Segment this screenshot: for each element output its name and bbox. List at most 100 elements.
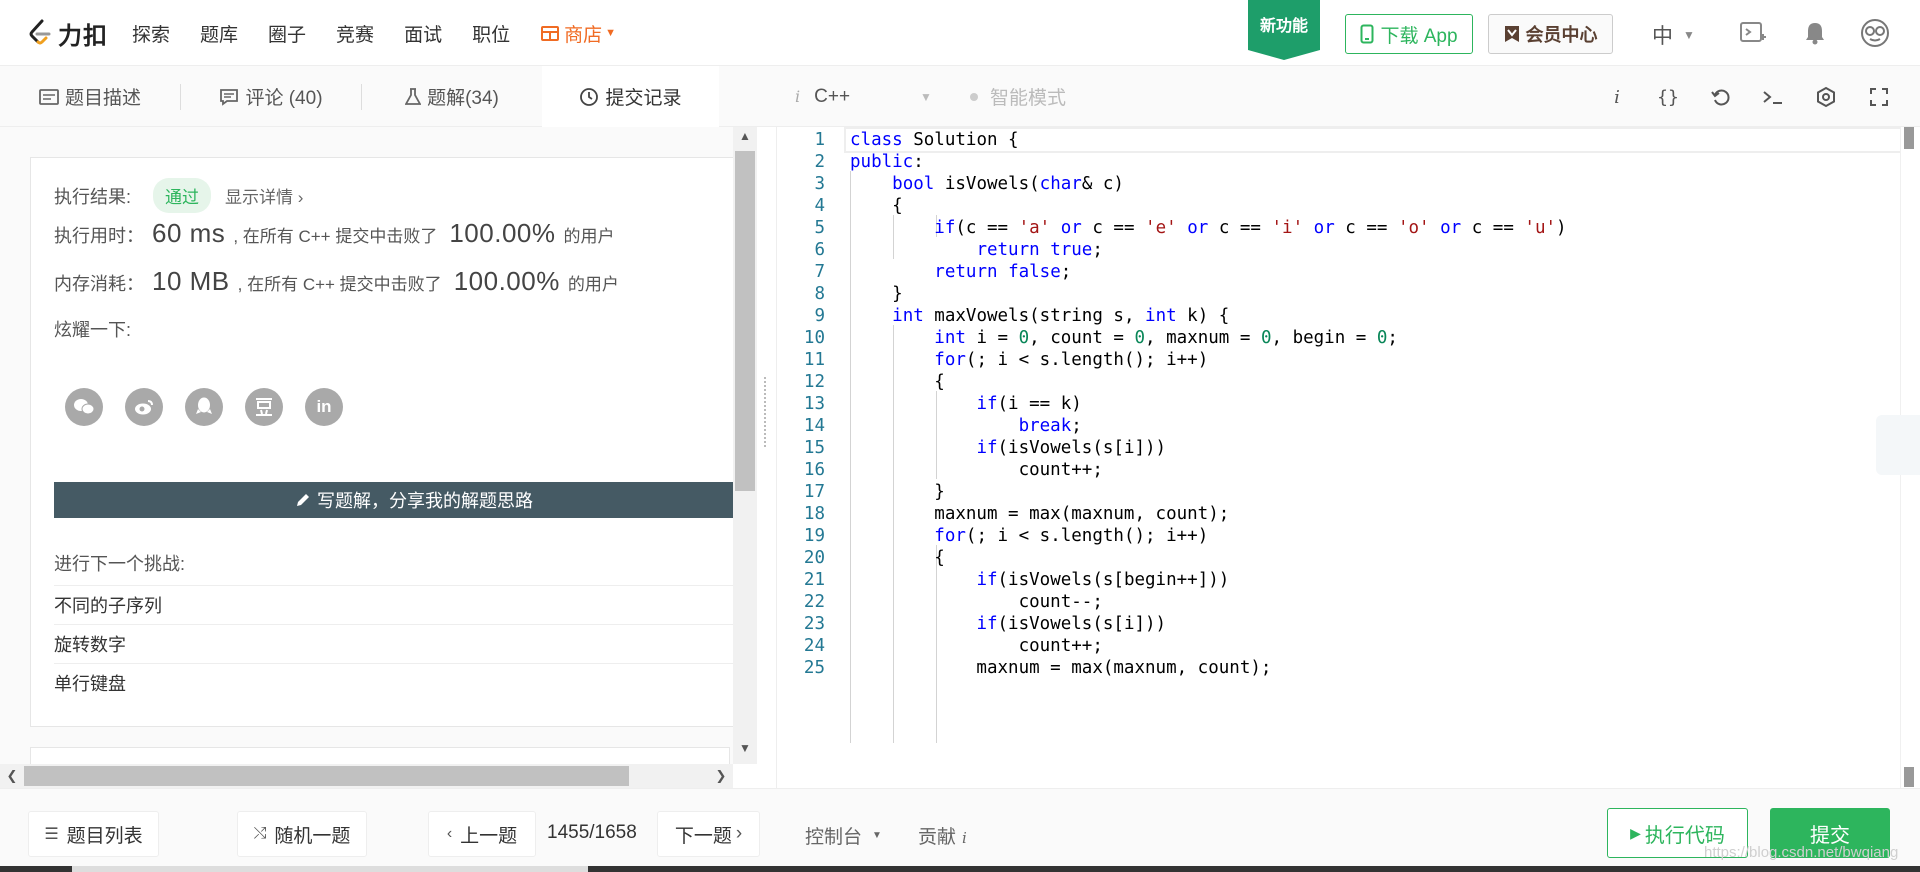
code-editor[interactable]: 1 2 3 4 5 6 7 8 9 10 11 12 13 14 15 16 1… — [776, 127, 1920, 788]
shuffle-icon: ⤭ — [253, 825, 267, 842]
code-line: if(i == k) — [976, 394, 1082, 414]
weibo-icon[interactable] — [125, 388, 163, 426]
console-toggle[interactable]: 控制台 ▼ — [805, 822, 882, 849]
line-number: 3 — [814, 174, 825, 194]
runtime-suffix: 的用户 — [563, 227, 615, 246]
result-card: 执行结果: 通过 显示详情 › 执行用时： 60 ms , 在所有 C++ 提交… — [30, 157, 757, 727]
fullscreen-icon[interactable] — [1865, 83, 1893, 111]
tab-comments[interactable]: 评论 (40) — [181, 66, 361, 127]
scroll-right-arrow-icon[interactable]: ❯ — [709, 764, 733, 788]
nav-contest[interactable]: 竞赛 — [336, 20, 374, 47]
nav-problems[interactable]: 题库 — [200, 20, 238, 47]
linkedin-icon[interactable]: in — [305, 388, 343, 426]
runtime-label: 执行用时： — [54, 226, 144, 246]
download-app-button[interactable]: 下载 App — [1345, 14, 1473, 54]
random-problem-button[interactable]: ⤭ 随机一题 — [237, 811, 367, 857]
memory-suffix: 的用户 — [567, 275, 619, 294]
runtime-percent: 100.00% — [449, 218, 556, 248]
submission-table-header — [30, 747, 730, 764]
code-format-icon[interactable]: {} — [1654, 83, 1682, 111]
nav-shop[interactable]: 商店 ▼ — [540, 20, 616, 47]
douban-icon[interactable] — [245, 388, 283, 426]
scroll-up-arrow-icon[interactable]: ▲ — [733, 129, 757, 149]
code-line: { — [850, 196, 903, 216]
tab-solutions[interactable]: 题解(34) — [362, 66, 542, 127]
list-item[interactable]: 旋转数字 简 — [54, 624, 757, 663]
tab-submissions[interactable]: 提交记录 — [542, 66, 719, 127]
show-details-link[interactable]: 显示详情 › — [225, 183, 303, 208]
nav-circle[interactable]: 圈子 — [268, 20, 306, 47]
nav-shop-label: 商店 — [564, 24, 603, 46]
line-number: 19 — [803, 526, 825, 546]
line-number: 2 — [814, 152, 825, 172]
leetcode-logo[interactable]: 力扣 — [28, 18, 108, 50]
list-item[interactable]: 单行键盘 简 — [54, 663, 757, 702]
floating-notes-tab[interactable] — [1876, 415, 1920, 475]
tab-description[interactable]: 题目描述 — [0, 66, 180, 127]
nav-jobs[interactable]: 职位 — [472, 20, 510, 47]
scroll-left-arrow-icon[interactable]: ❮ — [0, 764, 24, 788]
chevron-down-icon: ▼ — [1683, 28, 1695, 42]
code-line: if(isVowels(s[begin++])) — [976, 570, 1230, 590]
notification-bell-icon[interactable] — [1800, 18, 1830, 48]
write-solution-button[interactable]: 写题解，分享我的解题思路 — [54, 482, 757, 518]
reset-icon[interactable] — [1707, 83, 1735, 111]
language-select[interactable]: i C++ ▼ — [795, 66, 932, 127]
line-number: 16 — [803, 460, 825, 480]
tab-description-label: 题目描述 — [64, 88, 141, 109]
bottom-toolbar: ☰ 题目列表 ⤭ 随机一题 ‹ 上一题 1455/1658 下一题 › 控制台 … — [0, 788, 1920, 872]
scrollbar-thumb[interactable] — [735, 151, 755, 491]
code-line: maxnum = max(maxnum, count); — [850, 658, 1272, 678]
code-line: if(isVowels(s[i])) — [976, 438, 1167, 458]
list-item[interactable]: 不同的子序列 困 — [54, 585, 757, 624]
info-icon[interactable]: i — [1603, 83, 1631, 111]
scrollbar-thumb[interactable] — [24, 766, 629, 786]
left-vertical-scrollbar[interactable]: ▲ ▼ — [733, 127, 757, 764]
vip-center-button[interactable]: 会员中心 — [1488, 14, 1613, 54]
random-problem-label: 随机一题 — [274, 825, 351, 847]
smart-mode-label: 智能模式 — [990, 88, 1067, 109]
line-number: 1 — [814, 130, 825, 150]
line-number: 13 — [803, 394, 825, 414]
memory-row: 内存消耗： 10 MB , 在所有 C++ 提交中击败了 100.00% 的用户 — [54, 266, 619, 297]
prev-problem-button[interactable]: ‹ 上一题 — [428, 811, 536, 857]
panel-splitter[interactable] — [757, 127, 776, 788]
code-line: return true; — [976, 240, 1103, 260]
code-line: count--; — [850, 592, 1103, 612]
wechat-icon[interactable] — [65, 388, 103, 426]
new-feature-badge[interactable]: 新功能 — [1248, 0, 1320, 60]
problem-list-label: 题目列表 — [66, 825, 143, 847]
language-select-value: C++ — [814, 85, 851, 107]
line-number: 22 — [803, 592, 825, 612]
problem-list-button[interactable]: ☰ 题目列表 — [28, 811, 159, 857]
smart-mode-toggle[interactable]: 智能模式 — [970, 66, 1066, 127]
clock-icon — [579, 87, 599, 107]
code-line: break; — [1018, 416, 1082, 436]
line-number: 25 — [803, 658, 825, 678]
watermark-text: https://blog.csdn.net/bwqiang — [1704, 844, 1899, 861]
settings-gear-icon[interactable] — [1812, 83, 1840, 111]
avatar[interactable] — [1860, 18, 1890, 48]
line-number: 4 — [814, 196, 825, 216]
qq-icon[interactable] — [185, 388, 223, 426]
problem-counter: 1455/1658 — [547, 822, 637, 843]
line-number: 5 — [814, 218, 825, 238]
code-line: count++; — [850, 460, 1103, 480]
main-nav-links: 探索 题库 圈子 竞赛 面试 职位 商店 ▼ — [132, 0, 646, 66]
code-line: return false; — [934, 262, 1072, 282]
chevron-right-icon: › — [735, 823, 743, 844]
nav-interview[interactable]: 面试 — [404, 20, 442, 47]
chevron-down-icon: ▼ — [605, 27, 616, 39]
scroll-down-arrow-icon[interactable]: ▼ — [733, 741, 757, 761]
nav-explore[interactable]: 探索 — [132, 20, 170, 47]
tab-submissions-label: 提交记录 — [605, 88, 682, 109]
chevron-down-icon: ▼ — [872, 830, 882, 841]
terminal-icon[interactable] — [1759, 83, 1787, 111]
playground-icon[interactable] — [1738, 18, 1768, 48]
console-label: 控制台 — [805, 827, 863, 848]
language-switch[interactable]: 中 ▼ — [1652, 20, 1695, 50]
contribute-link[interactable]: 贡献 i — [918, 822, 967, 849]
left-horizontal-scrollbar[interactable]: ❮ ❯ — [0, 764, 733, 788]
next-problem-button[interactable]: 下一题 › — [657, 811, 760, 857]
code-line: maxnum = max(maxnum, count); — [850, 504, 1230, 524]
